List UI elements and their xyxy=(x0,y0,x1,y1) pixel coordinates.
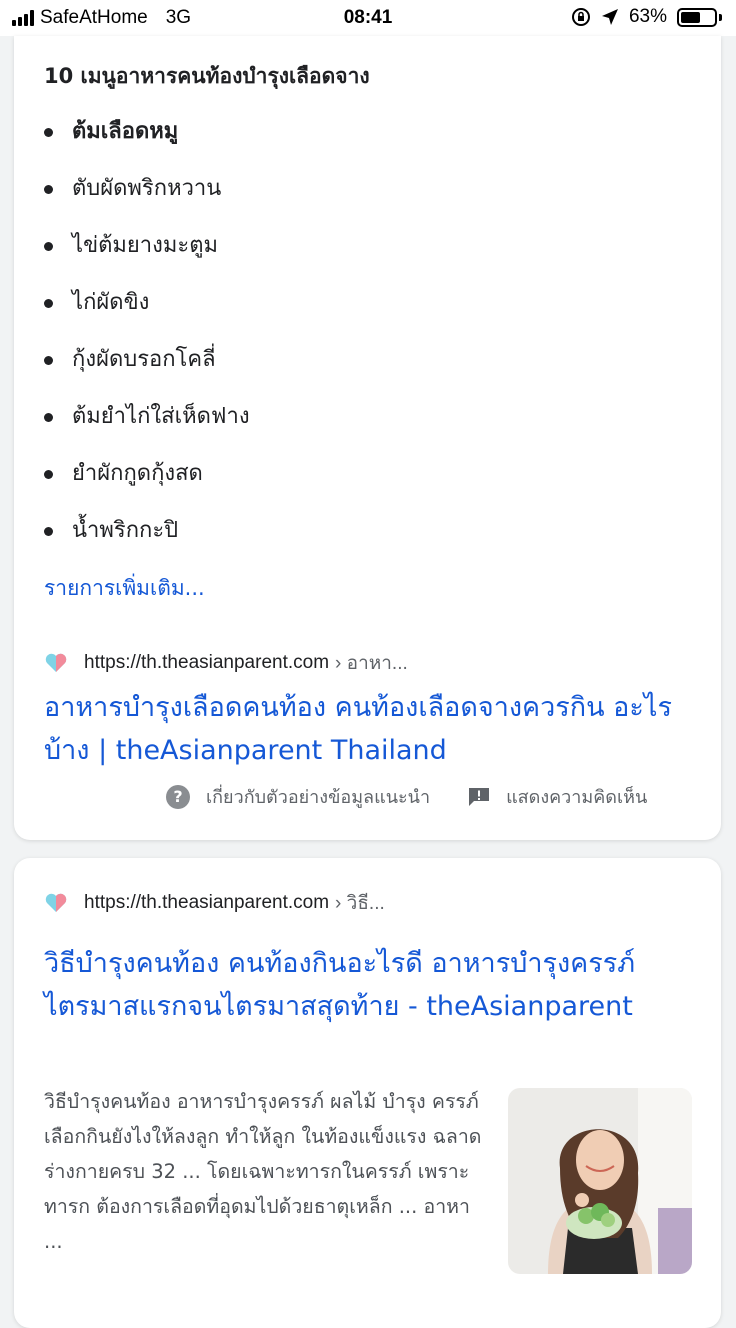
battery-percent: 63% xyxy=(628,6,667,27)
result-title-link[interactable]: วิธีบำรุงคนท้อง คนท้องกินอะไรดี อาหารบำร… xyxy=(44,942,694,1028)
orientation-lock-icon xyxy=(571,8,590,26)
list-item: ต้มเลือดหมู xyxy=(44,116,250,173)
status-right: 63% xyxy=(571,6,722,28)
result-source[interactable]: https://th.theasianparent.com › อาหา... xyxy=(44,648,408,678)
list-item: ตับผัดพริกหวาน xyxy=(44,173,250,230)
menu-list: ต้มเลือดหมู ตับผัดพริกหวาน ไข่ต้มยางมะตู… xyxy=(44,116,250,572)
list-title: 10 เมนูอาหารคนท้องบำรุงเลือดจาง xyxy=(44,64,370,88)
help-circle-icon[interactable]: ? xyxy=(166,784,190,809)
result-source[interactable]: https://th.theasianparent.com › วิธี... xyxy=(44,888,385,918)
result-thumbnail-image[interactable] xyxy=(508,1088,692,1274)
snippet-footer: ? เกี่ยวกับตัวอย่างข้อมูลแนะนำ แสดงความค… xyxy=(166,782,647,811)
site-favicon-heart-icon xyxy=(45,653,67,672)
source-breadcrumb: › วิธี... xyxy=(335,893,385,914)
source-url: https://th.theasianparent.com xyxy=(84,652,330,673)
status-bar: SafeAtHome 3G 08:41 63% xyxy=(0,0,736,36)
about-snippet-link[interactable]: เกี่ยวกับตัวอย่างข้อมูลแนะนำ xyxy=(206,782,430,811)
list-item: ยำผักกูดกุ้งสด xyxy=(44,458,250,515)
site-favicon-heart-icon xyxy=(45,893,67,912)
list-item: กุ้งผัดบรอกโคลี่ xyxy=(44,344,250,401)
featured-snippet-card: 10 เมนูอาหารคนท้องบำรุงเลือดจาง ต้มเลือด… xyxy=(14,36,721,840)
list-item: ต้มยำไก่ใส่เห็ดฟาง xyxy=(44,401,250,458)
search-result-card: https://th.theasianparent.com › วิธี... … xyxy=(14,858,721,1328)
battery-icon xyxy=(677,7,717,27)
result-snippet: วิธีบำรุงคนท้อง อาหารบำรุงครรภ์ ผลไม้ บำ… xyxy=(44,1090,482,1253)
feedback-icon[interactable] xyxy=(468,787,490,807)
result-title-link[interactable]: อาหารบำรุงเลือดคนท้อง คนท้องเลือดจางควรก… xyxy=(44,686,694,772)
more-items-link[interactable]: รายการเพิ่มเติม... xyxy=(44,572,205,605)
list-item: ไก่ผัดขิง xyxy=(44,287,250,344)
battery-tip xyxy=(719,13,722,21)
source-breadcrumb: › อาหา... xyxy=(335,653,408,674)
list-item: น้ำพริกกะปิ xyxy=(44,515,250,572)
list-item: ไข่ต้มยางมะตูม xyxy=(44,230,250,287)
source-url: https://th.theasianparent.com xyxy=(84,892,330,913)
location-arrow-icon xyxy=(601,9,618,25)
feedback-link[interactable]: แสดงความคิดเห็น xyxy=(506,782,647,811)
